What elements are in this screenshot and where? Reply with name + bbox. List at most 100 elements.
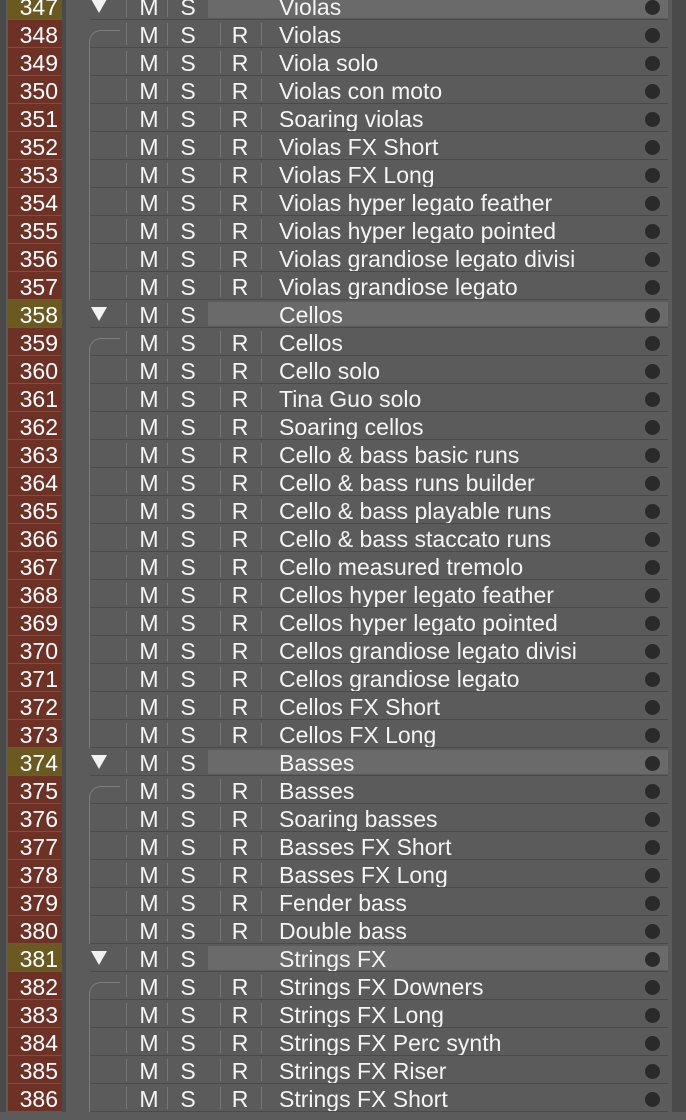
record-enable-button[interactable]: R [225,1028,255,1058]
record-enable-button[interactable]: R [225,1056,255,1086]
record-enable-button[interactable]: R [225,132,255,162]
track-activity-dot-icon[interactable] [645,308,660,323]
solo-button[interactable]: S [173,104,203,134]
track-row[interactable]: 381 M S Strings FX [0,944,686,972]
record-enable-button[interactable]: R [225,804,255,834]
track-activity-dot-icon[interactable] [645,364,660,379]
track-name[interactable]: Basses [279,776,354,806]
track-activity-dot-icon[interactable] [645,252,660,267]
track-name[interactable]: Soaring basses [279,804,438,834]
record-enable-button[interactable]: R [225,776,255,806]
record-enable-button[interactable]: R [225,664,255,694]
track-row[interactable]: 361 M S R Tina Guo solo [0,384,686,412]
solo-button[interactable]: S [173,636,203,666]
track-name[interactable]: Strings FX [279,944,386,974]
record-enable-button[interactable]: R [225,496,255,526]
record-enable-button[interactable]: R [225,524,255,554]
record-enable-button[interactable]: R [225,636,255,666]
mute-button[interactable]: M [134,524,164,554]
track-row[interactable]: 366 M S R Cello & bass staccato runs [0,524,686,552]
mute-button[interactable]: M [134,104,164,134]
solo-button[interactable]: S [173,776,203,806]
track-name[interactable]: Violas grandiose legato divisi [279,244,575,274]
track-name[interactable]: Basses FX Long [279,860,448,890]
track-name[interactable]: Violas FX Short [279,132,438,162]
track-activity-dot-icon[interactable] [645,448,660,463]
track-row[interactable]: 369 M S R Cellos hyper legato pointed [0,608,686,636]
solo-button[interactable]: S [173,916,203,946]
track-name[interactable]: Cellos FX Short [279,692,440,722]
record-enable-button[interactable]: R [225,860,255,890]
track-activity-dot-icon[interactable] [645,56,660,71]
track-name[interactable]: Cellos hyper legato pointed [279,608,558,638]
solo-button[interactable]: S [173,972,203,1002]
track-row[interactable]: 363 M S R Cello & bass basic runs [0,440,686,468]
track-row[interactable]: 370 M S R Cellos grandiose legato divisi [0,636,686,664]
record-enable-button[interactable]: R [225,972,255,1002]
track-row[interactable]: 380 M S R Double bass [0,916,686,944]
solo-button[interactable]: S [173,888,203,918]
track-activity-dot-icon[interactable] [645,420,660,435]
solo-button[interactable]: S [173,860,203,890]
track-activity-dot-icon[interactable] [645,980,660,995]
solo-button[interactable]: S [173,664,203,694]
mute-button[interactable]: M [134,20,164,50]
track-name[interactable]: Violas FX Long [279,160,435,190]
record-enable-button[interactable]: R [225,272,255,302]
mute-button[interactable]: M [134,440,164,470]
track-name[interactable]: Strings FX Long [279,1000,444,1030]
track-activity-dot-icon[interactable] [645,644,660,659]
track-name[interactable]: Viola solo [279,48,378,78]
track-row[interactable]: 356 M S R Violas grandiose legato divisi [0,244,686,272]
track-activity-dot-icon[interactable] [645,1008,660,1023]
mute-button[interactable]: M [134,888,164,918]
record-enable-button[interactable]: R [225,104,255,134]
track-name[interactable]: Cello solo [279,356,380,386]
track-activity-dot-icon[interactable] [645,1036,660,1051]
track-name[interactable]: Soaring violas [279,104,423,134]
track-row[interactable]: 367 M S R Cello measured tremolo [0,552,686,580]
track-activity-dot-icon[interactable] [645,728,660,743]
track-activity-dot-icon[interactable] [645,588,660,603]
track-name[interactable]: Cello & bass runs builder [279,468,535,498]
track-name[interactable]: Violas hyper legato pointed [279,216,556,246]
track-row[interactable]: 386 M S R Strings FX Short [0,1084,686,1112]
solo-button[interactable]: S [173,1084,203,1114]
track-name[interactable]: Strings FX Perc synth [279,1028,501,1058]
mute-button[interactable]: M [134,1000,164,1030]
track-name[interactable]: Strings FX Riser [279,1056,446,1086]
track-row[interactable]: 375 M S R Basses [0,776,686,806]
track-activity-dot-icon[interactable] [645,700,660,715]
track-name[interactable]: Strings FX Downers [279,972,484,1002]
solo-button[interactable]: S [173,188,203,218]
track-activity-dot-icon[interactable] [645,0,660,15]
solo-button[interactable]: S [173,384,203,414]
solo-button[interactable]: S [173,832,203,862]
record-enable-button[interactable]: R [225,48,255,78]
track-row[interactable]: 383 M S R Strings FX Long [0,1000,686,1028]
mute-button[interactable]: M [134,608,164,638]
track-row[interactable]: 349 M S R Viola solo [0,48,686,76]
track-row[interactable]: 350 M S R Violas con moto [0,76,686,104]
track-name[interactable]: Cellos FX Long [279,720,436,750]
track-activity-dot-icon[interactable] [645,28,660,43]
mute-button[interactable]: M [134,160,164,190]
track-row[interactable]: 364 M S R Cello & bass runs builder [0,468,686,496]
mute-button[interactable]: M [134,1056,164,1086]
mute-button[interactable]: M [134,132,164,162]
track-activity-dot-icon[interactable] [645,756,660,771]
track-activity-dot-icon[interactable] [645,336,660,351]
solo-button[interactable]: S [173,468,203,498]
solo-button[interactable]: S [173,748,203,778]
track-row[interactable]: 359 M S R Cellos [0,328,686,357]
record-enable-button[interactable]: R [225,692,255,722]
disclosure-triangle-icon[interactable] [89,752,109,772]
solo-button[interactable]: S [173,20,203,50]
solo-button[interactable]: S [173,216,203,246]
mute-button[interactable]: M [134,580,164,610]
track-row[interactable]: 385 M S R Strings FX Riser [0,1056,686,1084]
record-enable-button[interactable]: R [225,188,255,218]
track-name[interactable]: Fender bass [279,888,407,918]
track-row[interactable]: 352 M S R Violas FX Short [0,132,686,160]
track-row[interactable]: 354 M S R Violas hyper legato feather [0,188,686,216]
